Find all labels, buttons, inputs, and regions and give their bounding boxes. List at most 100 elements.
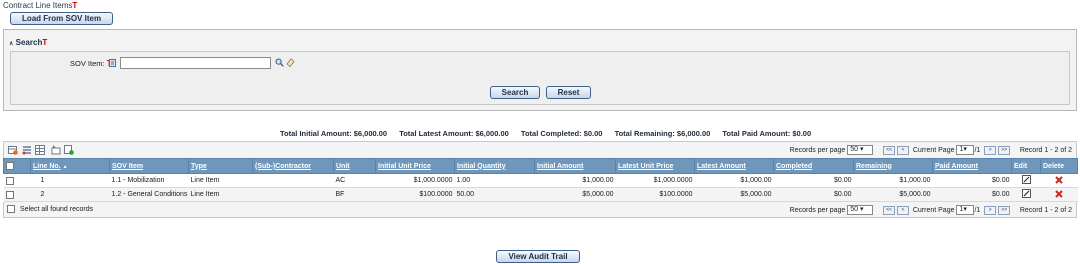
col-completed[interactable]: Completed xyxy=(773,158,854,174)
cell-latest-amount: $5,000.00 xyxy=(694,187,774,202)
total-paid-amount: Total Paid Amount: $0.00 xyxy=(722,129,812,138)
current-page-label: Current Page xyxy=(912,206,955,214)
current-page-select[interactable]: 1▾ xyxy=(956,205,975,215)
cell-completed: $0.00 xyxy=(773,173,854,188)
page-title-wrap: Contract Line ItemsT xyxy=(3,1,77,10)
cell-sov-item: 1.1 - Mobilization xyxy=(109,173,189,188)
total-pages: /1 xyxy=(974,146,981,154)
cell-line-no: 2 xyxy=(30,187,110,202)
cell-initial-quantity: 1.00 xyxy=(454,173,535,188)
grid-footer: Select all found records Records per pag… xyxy=(3,202,1077,218)
col-remaining[interactable]: Remaining xyxy=(853,158,933,174)
cell-latest-amount: $1,000.00 xyxy=(694,173,774,188)
select-all-records[interactable]: Select all found records xyxy=(7,205,93,213)
records-per-page-label: Records per page xyxy=(789,206,846,214)
cell-completed: $0.00 xyxy=(773,187,854,202)
search-icon[interactable] xyxy=(275,58,284,67)
add-row-icon[interactable] xyxy=(8,145,18,155)
lookup-icon[interactable] xyxy=(109,59,116,67)
pager-bottom: Records per page 50 ▾ << < Current Page … xyxy=(790,205,1072,215)
cell-edit xyxy=(1011,187,1041,202)
cell-latest-unit-price: $1,000.0000 xyxy=(615,173,695,188)
col-delete: Delete xyxy=(1040,158,1078,174)
row-checkbox[interactable] xyxy=(5,176,14,185)
cell-delete xyxy=(1040,173,1078,188)
select-all-checkbox[interactable] xyxy=(7,205,15,213)
total-completed: Total Completed: $0.00 xyxy=(520,129,603,138)
cell-latest-unit-price: $100.0000 xyxy=(615,187,695,202)
edit-icon[interactable] xyxy=(1021,175,1031,184)
col-latest-unit-price[interactable]: Latest Unit Price xyxy=(615,158,695,174)
last-page-button[interactable]: >> xyxy=(998,205,1011,215)
load-from-sov-button[interactable]: Load From SOV Item xyxy=(10,12,113,25)
cell-remaining: $5,000.00 xyxy=(853,187,933,202)
grid-toolbar: Records per page 50 ▾ << < Current Page … xyxy=(3,141,1077,158)
cell-line-no: 1 xyxy=(30,173,110,188)
delete-icon[interactable] xyxy=(1055,189,1063,198)
col-initial-amount[interactable]: Initial Amount xyxy=(534,158,616,174)
cell-sub-contractor xyxy=(252,187,334,202)
pager-top: Records per page 50 ▾ << < Current Page … xyxy=(790,145,1072,155)
eraser-icon[interactable] xyxy=(286,58,295,67)
list-icon[interactable] xyxy=(22,145,32,155)
col-paid-amount[interactable]: Paid Amount xyxy=(932,158,1012,174)
page-title: Contract Line Items xyxy=(3,1,73,10)
sort-asc-icon: ▲ xyxy=(62,163,68,170)
cell-type: Line Item xyxy=(188,187,253,202)
col-sov-item[interactable]: SOV Item xyxy=(109,158,189,174)
prev-page-button[interactable]: < xyxy=(896,205,909,215)
reset-button[interactable]: Reset xyxy=(546,86,591,99)
select-all-header xyxy=(3,158,31,174)
record-info: Record 1 - 2 of 2 xyxy=(1019,146,1072,154)
collapse-icon[interactable]: ∧ xyxy=(9,41,13,47)
row-checkbox[interactable] xyxy=(5,190,14,199)
col-edit: Edit xyxy=(1011,158,1041,174)
cell-initial-unit-price: $100.0000 xyxy=(375,187,455,202)
records-per-page-label: Records per page xyxy=(789,146,846,154)
cell-unit: AC xyxy=(333,173,376,188)
col-unit[interactable]: Unit xyxy=(333,158,376,174)
select-all-label: Select all found records xyxy=(19,205,94,213)
col-latest-amount[interactable]: Latest Amount xyxy=(694,158,774,174)
search-button[interactable]: Search xyxy=(490,86,540,99)
grid-edit-icon[interactable] xyxy=(35,145,45,155)
cell-delete xyxy=(1040,187,1078,202)
search-panel: ∧ SearchT SOV Item: T Search Reset xyxy=(3,29,1077,111)
first-page-button[interactable]: << xyxy=(883,145,895,155)
col-initial-quantity[interactable]: Initial Quantity xyxy=(454,158,535,174)
cell-sub-contractor xyxy=(252,173,334,188)
first-page-button[interactable]: << xyxy=(883,205,895,215)
records-per-page-select[interactable]: 50 ▾ xyxy=(847,205,874,215)
col-type[interactable]: Type xyxy=(188,158,253,174)
total-remaining: Total Remaining: $6,000.00 xyxy=(614,129,711,138)
search-section-header[interactable]: ∧ SearchT xyxy=(9,38,47,47)
header-checkbox[interactable] xyxy=(6,162,14,170)
next-page-button[interactable]: > xyxy=(984,145,997,155)
cell-type: Line Item xyxy=(188,173,253,188)
import-icon[interactable] xyxy=(51,145,61,155)
current-page-label: Current Page xyxy=(912,146,955,154)
current-page-select[interactable]: 1▾ xyxy=(956,145,975,155)
delete-icon[interactable] xyxy=(1055,175,1063,184)
search-fields-area: SOV Item: T Search Reset xyxy=(10,51,1070,105)
cell-initial-unit-price: $1,000.0000 xyxy=(375,173,455,188)
export-icon[interactable] xyxy=(64,145,74,155)
col-line-no[interactable]: Line No. ▲ xyxy=(30,158,110,174)
sov-item-label-wrap: SOV Item: T xyxy=(70,59,112,68)
sov-item-input[interactable] xyxy=(120,57,271,69)
cell-sov-item: 1.2 - General Conditions xyxy=(109,187,189,202)
records-per-page-select[interactable]: 50 ▾ xyxy=(847,145,874,155)
prev-page-button[interactable]: < xyxy=(896,145,909,155)
view-audit-trail-button[interactable]: View Audit Trail xyxy=(496,250,580,263)
line-items-grid: Records per page 50 ▾ << < Current Page … xyxy=(3,141,1078,218)
col-sub-contractor[interactable]: (Sub-)Contractor xyxy=(252,158,334,174)
col-initial-unit-price[interactable]: Initial Unit Price xyxy=(375,158,455,174)
table-header-row: Line No. ▲ SOV Item Type (Sub-)Contracto… xyxy=(3,158,1078,174)
search-section-title: Search xyxy=(15,38,43,47)
cell-unit: BF xyxy=(333,187,376,202)
next-page-button[interactable]: > xyxy=(984,205,997,215)
edit-icon[interactable] xyxy=(1021,189,1031,198)
table-row: 1 1.1 - Mobilization Line Item AC $1,000… xyxy=(3,173,1078,188)
last-page-button[interactable]: >> xyxy=(998,145,1011,155)
cell-initial-amount: $5,000.00 xyxy=(534,187,616,202)
